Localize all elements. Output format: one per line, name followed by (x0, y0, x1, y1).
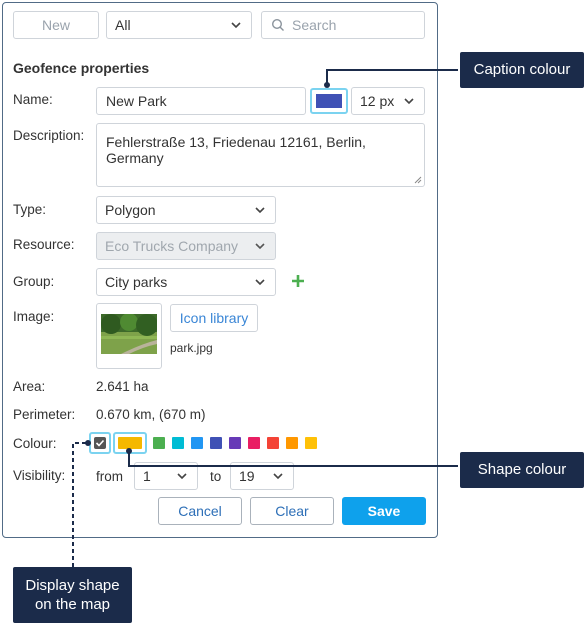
display-shape-callout: Display shape on the map (13, 567, 132, 623)
caption-colour-callout: Caption colour (460, 52, 584, 88)
shape-colour-callout: Shape colour (460, 452, 584, 488)
callout-connectors (72, 69, 458, 567)
